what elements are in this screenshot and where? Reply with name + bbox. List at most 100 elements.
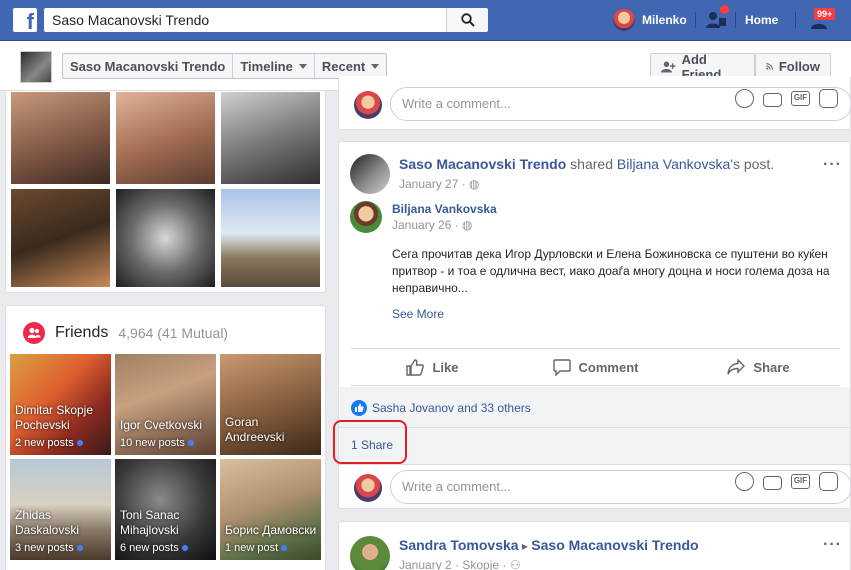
shared-post-card: Saso Macanovski Trendo shared Biljana Va… [338, 141, 851, 509]
friend-new-posts: 6 new posts [120, 542, 188, 554]
photo-thumbnail[interactable] [10, 91, 111, 185]
emoji-icon[interactable] [735, 472, 754, 491]
photo-thumbnail[interactable] [220, 188, 321, 288]
friend-new-posts: 2 new posts [15, 437, 83, 449]
gif-icon[interactable]: GIF [791, 91, 810, 106]
crumb-timeline[interactable]: Timeline [233, 54, 315, 78]
friend-name[interactable]: Toni Sanac Mihajlovski [120, 508, 215, 538]
friends-audience-icon: ⚇ [509, 558, 521, 570]
camera-icon[interactable] [763, 475, 782, 490]
share-icon [727, 358, 746, 374]
inner-author-avatar[interactable] [350, 201, 382, 233]
friend-new-posts: 1 new post [225, 542, 288, 554]
inner-post-date[interactable]: January 26 · ◍ [392, 218, 473, 232]
rss-icon [766, 63, 773, 70]
search-button[interactable] [446, 8, 488, 32]
nav-divider [695, 12, 696, 28]
divider [339, 427, 850, 428]
user-name-link[interactable]: Milenko [642, 13, 687, 27]
friend-name[interactable]: Goran Andreevski [225, 415, 320, 445]
top-navigation-bar: f Saso Macanovski Trendo Milenko Home 99… [0, 0, 851, 41]
comment-icon [552, 358, 571, 376]
friend-name[interactable]: Борис Дамовски [225, 523, 320, 538]
sticker-icon[interactable] [819, 89, 838, 108]
comment-button[interactable]: Comment [514, 349, 677, 385]
home-link[interactable]: Home [745, 13, 778, 27]
comment-composer: Write a comment... GIF [339, 464, 851, 509]
user-avatar[interactable] [613, 9, 635, 31]
search-input[interactable]: Saso Macanovski Trendo [44, 8, 446, 32]
shared-text: shared [566, 156, 617, 172]
search-icon [461, 13, 475, 27]
new-post-dot [76, 545, 83, 552]
nav-divider [735, 12, 736, 28]
see-more-link[interactable]: See More [392, 307, 444, 321]
globe-icon: ◍ [462, 218, 473, 232]
commenter-avatar [354, 474, 382, 502]
camera-icon[interactable] [763, 92, 782, 107]
profile-thumbnail[interactable] [20, 51, 52, 83]
post-date[interactable]: January 27 · ◍ [399, 177, 480, 191]
photo-thumbnail[interactable] [115, 188, 216, 288]
more-options-icon[interactable]: ··· [823, 156, 842, 174]
friend-tile[interactable]: Goran Andreevski [220, 354, 321, 455]
new-post-dot [76, 440, 83, 447]
crumb-profile-name[interactable]: Saso Macanovski Trendo [63, 54, 234, 78]
post-author-link[interactable]: Sandra Tomovska [399, 537, 519, 553]
friend-tile[interactable]: Toni Sanac Mihajlovski 6 new posts [115, 459, 216, 560]
crumb-label: Recent [321, 58, 366, 74]
photo-thumbnail[interactable] [115, 91, 216, 185]
more-options-icon[interactable]: ··· [823, 536, 842, 554]
crumb-recent[interactable]: Recent [315, 54, 386, 78]
original-author-link[interactable]: Biljana Vankovska [617, 156, 730, 172]
emoji-icon[interactable] [735, 89, 754, 108]
new-post-dot [281, 545, 288, 552]
friend-name[interactable]: Igor Cvetkovski [120, 418, 215, 433]
post-target-link[interactable]: Saso Macanovski Trendo [531, 537, 698, 553]
share-label: Share [753, 359, 790, 375]
friend-tile[interactable]: Борис Дамовски 1 new post [220, 459, 321, 560]
comment-tools: GIF [735, 89, 838, 108]
post-date[interactable]: January 2 · Skopje · ⚇ [399, 558, 520, 570]
reactions-text[interactable]: Sasha Jovanov and 33 others [372, 401, 531, 415]
friends-icon [23, 322, 45, 344]
notification-dot [720, 5, 729, 14]
post-author-avatar[interactable] [350, 154, 390, 194]
friend-new-posts: 3 new posts [15, 542, 83, 554]
post-stats-area [339, 387, 850, 464]
friend-tile[interactable]: Igor Cvetkovski 10 new posts [115, 354, 216, 455]
post-author-avatar[interactable] [350, 536, 390, 570]
friend-new-posts: 10 new posts [120, 437, 194, 449]
post-header: Saso Macanovski Trendo shared Biljana Va… [399, 156, 774, 172]
friend-name[interactable]: Dimitar Skopje Pochevski [15, 403, 110, 433]
inner-author-link[interactable]: Biljana Vankovska [392, 202, 497, 216]
reactions-summary[interactable]: Sasha Jovanov and 33 others [351, 400, 531, 416]
previous-post-card: Write a comment... GIF [338, 76, 851, 130]
new-post-dot [187, 440, 194, 447]
post-body: Сега прочитав дека Игор Дурловски и Елен… [392, 247, 830, 295]
notification-badge: 99+ [813, 7, 837, 21]
friend-name[interactable]: Zhidas Daskalovski [15, 508, 110, 538]
friends-card: Friends 4,964 (41 Mutual) Dimitar Skopje… [5, 305, 326, 570]
crumb-label: Saso Macanovski Trendo [70, 58, 226, 74]
chevron-down-icon [371, 63, 380, 69]
friend-tile[interactable]: Zhidas Daskalovski 3 new posts [10, 459, 111, 560]
friend-tile[interactable]: Dimitar Skopje Pochevski 2 new posts [10, 354, 111, 455]
like-button[interactable]: Like [351, 349, 514, 385]
nav-divider [795, 12, 796, 28]
share-button[interactable]: Share [677, 349, 840, 385]
comment-tools: GIF [735, 472, 838, 491]
photo-thumbnail[interactable] [220, 91, 321, 185]
friends-count: 4,964 (41 Mutual) [118, 325, 229, 341]
facebook-logo-icon[interactable]: f [13, 8, 37, 34]
like-reaction-icon [351, 400, 367, 416]
post-author-link[interactable]: Saso Macanovski Trendo [399, 156, 566, 172]
next-post-card: Sandra Tomovska ▸ Saso Macanovski Trendo… [338, 521, 851, 570]
add-friend-icon [661, 61, 676, 72]
photo-thumbnail[interactable] [10, 188, 111, 288]
comment-composer: Write a comment... GIF [339, 82, 851, 127]
friends-title-link[interactable]: Friends [55, 324, 108, 342]
sticker-icon[interactable] [819, 472, 838, 491]
friends-header: Friends 4,964 (41 Mutual) [23, 322, 228, 344]
gif-icon[interactable]: GIF [791, 474, 810, 489]
